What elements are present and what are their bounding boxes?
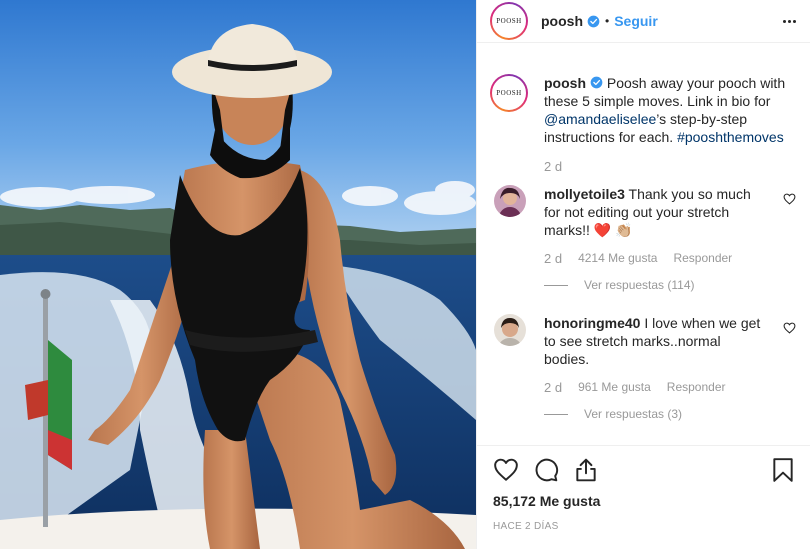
caption-avatar[interactable]: POOSH (490, 74, 528, 112)
commenter-avatar[interactable] (494, 314, 526, 346)
reply-button[interactable]: Responder (673, 251, 732, 266)
caption-mention-link[interactable]: @amandaeliselee (544, 111, 656, 127)
profile-avatar[interactable]: POOSH (490, 2, 528, 40)
post-header: POOSH poosh • Seguir (477, 0, 810, 43)
follow-button[interactable]: Seguir (614, 13, 658, 29)
post-caption: POOSH poosh Poosh away your pooch with t… (490, 74, 794, 146)
commenter-avatar[interactable] (494, 185, 526, 217)
post-image (0, 0, 476, 549)
avatar-logo-text: POOSH (496, 17, 522, 25)
view-replies-label: Ver respuestas (114) (584, 278, 695, 292)
comment-text: mollyetoile3 Thank you so much for not e… (544, 185, 764, 239)
post-timestamp[interactable]: HACE 2 DÍAS (477, 513, 810, 549)
comment-icon[interactable] (533, 457, 559, 483)
comment-item: honoringme40 I love when we get to see s… (490, 314, 796, 368)
share-icon[interactable] (573, 457, 599, 483)
separator-dot: • (605, 14, 610, 28)
caption-hashtag-link[interactable]: #pooshthemoves (677, 129, 784, 145)
comment-meta: 2 d 961 Me gusta Responder (544, 380, 794, 395)
view-replies-button[interactable]: Ver respuestas (114) (544, 278, 794, 292)
comment-text: honoringme40 I love when we get to see s… (544, 314, 764, 368)
reply-button[interactable]: Responder (667, 380, 726, 395)
comment-item: mollyetoile3 Thank you so much for not e… (490, 185, 796, 239)
view-replies-button[interactable]: Ver respuestas (3) (544, 407, 794, 421)
comment-age: 2 d (544, 380, 563, 395)
header-username[interactable]: poosh (541, 13, 583, 29)
comment-likes-count[interactable]: 4214 Me gusta (578, 251, 657, 266)
verified-badge-icon (587, 15, 600, 27)
more-horizontal-icon[interactable] (783, 16, 796, 27)
heart-icon[interactable] (493, 457, 519, 483)
post-photo[interactable] (0, 0, 476, 549)
caption-username[interactable]: poosh (544, 75, 586, 91)
bookmark-icon[interactable] (770, 457, 796, 483)
likes-count[interactable]: 85,172 Me gusta (477, 493, 810, 513)
comment-meta: 2 d 4214 Me gusta Responder (544, 251, 794, 266)
view-replies-label: Ver respuestas (3) (584, 407, 683, 421)
comment-like-heart-icon[interactable] (783, 322, 796, 334)
comment-username[interactable]: honoringme40 (544, 315, 640, 331)
post-actions-bar (477, 445, 810, 493)
comment-age: 2 d (544, 251, 563, 266)
caption-text: poosh Poosh away your pooch with these 5… (544, 74, 789, 146)
comment-likes-count[interactable]: 961 Me gusta (578, 380, 651, 395)
post-side-panel: POOSH poosh • Seguir POOSH poosh Poosh a… (476, 0, 810, 549)
comments-list[interactable]: POOSH poosh Poosh away your pooch with t… (477, 43, 810, 445)
verified-badge-icon (590, 76, 603, 89)
avatar-logo-text: POOSH (496, 89, 522, 97)
caption-age: 2 d (544, 159, 563, 174)
comment-like-heart-icon[interactable] (783, 193, 796, 205)
instagram-post: POOSH poosh • Seguir POOSH poosh Poosh a… (0, 0, 810, 549)
comment-username[interactable]: mollyetoile3 (544, 186, 625, 202)
